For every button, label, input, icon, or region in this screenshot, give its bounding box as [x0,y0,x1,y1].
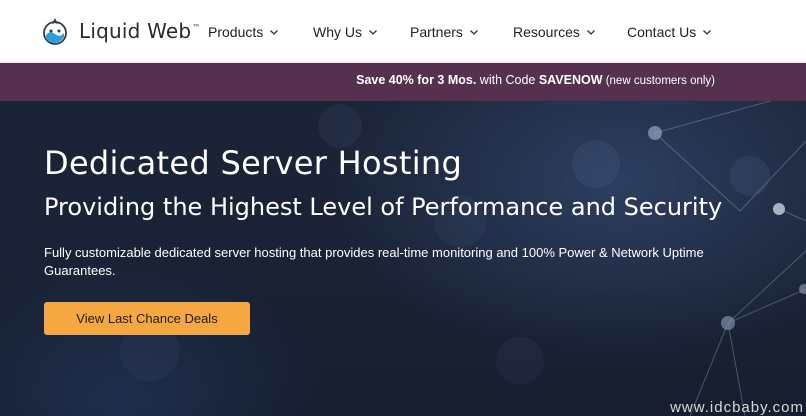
nav-resources[interactable]: Resources [513,23,596,41]
page-title: Dedicated Server Hosting [44,144,463,182]
site-header: Liquid Web™ Products Why Us Partners Res… [0,0,806,63]
promo-banner[interactable]: Save 40% for 3 Mos. with Code SAVENOW (n… [0,63,806,101]
hero-subtitle: Providing the Highest Level of Performan… [44,193,723,221]
promo-text: Save 40% for 3 Mos. with Code SAVENOW (n… [356,73,715,87]
chevron-down-icon [270,30,279,35]
nav-products[interactable]: Products [208,23,279,41]
chevron-down-icon [703,30,712,35]
chevron-down-icon [586,30,595,35]
hero-description: Fully customizable dedicated server host… [44,245,704,278]
watermark: www.idcbaby.com [670,399,804,416]
view-last-chance-deals-button[interactable]: View Last Chance Deals [44,302,250,335]
hero-section: Dedicated Server Hosting Providing the H… [0,101,806,416]
main-nav: Products Why Us Partners Resources Conta… [0,0,806,63]
chevron-down-icon [469,30,478,35]
chevron-down-icon [369,30,377,35]
nav-contact-us[interactable]: Contact Us [627,23,712,41]
nav-partners[interactable]: Partners [410,23,479,41]
nav-why-us[interactable]: Why Us [313,23,378,41]
